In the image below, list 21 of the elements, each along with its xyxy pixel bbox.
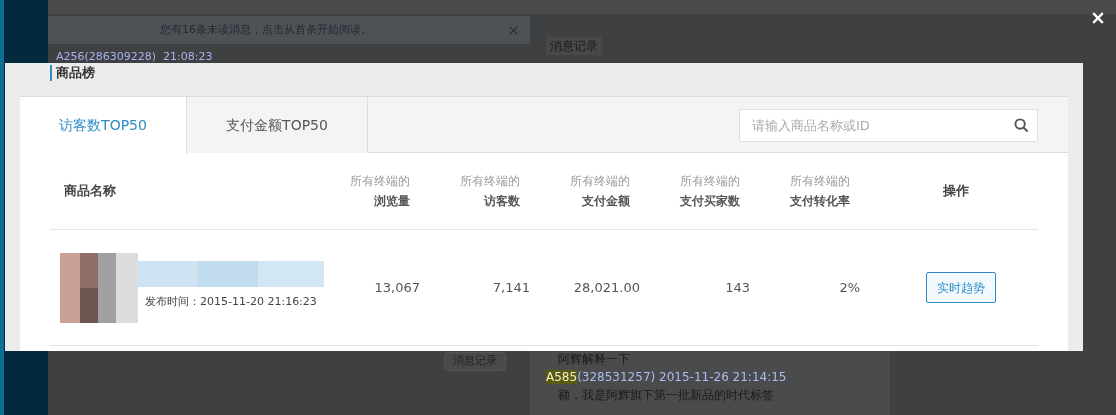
table-cell-text: 7,141 — [491, 278, 530, 297]
column-header: 所有终端的 支付金额 — [569, 173, 630, 210]
column-header: 所有终端的 支付转化率 — [789, 173, 850, 210]
search-icon[interactable] — [1014, 118, 1029, 133]
modal-title: 商品榜 — [50, 65, 95, 81]
table-cell-text: 2% — [838, 278, 860, 297]
tab[interactable]: 支付金额TOP50 — [187, 97, 368, 153]
table-cell-text: 143 — [724, 278, 750, 297]
trend-button[interactable]: 实时趋势 — [926, 272, 996, 303]
search-field[interactable]: 请输入商品名称或ID — [739, 109, 1038, 142]
message-header: A256(286309228) 21:08:23 — [55, 49, 214, 65]
table-cell-text: 28,021.00 — [572, 278, 640, 297]
tab[interactable]: 访客数TOP50 — [20, 97, 187, 154]
chat-message-header: A585(328531257) 2015-11-26 21:14:15 — [546, 369, 788, 386]
publish-time: 发布时间：2015-11-20 21:16:23 — [145, 293, 317, 310]
table-cell-text: 13,067 — [373, 278, 420, 297]
column-header: 所有终端的 浏览量 — [349, 173, 410, 210]
column-header: 所有终端的 支付买家数 — [679, 173, 740, 210]
column-header: 所有终端的 访客数 — [459, 173, 520, 210]
column-header: 操作 — [942, 182, 970, 201]
column-header: 商品名称 — [63, 182, 117, 201]
